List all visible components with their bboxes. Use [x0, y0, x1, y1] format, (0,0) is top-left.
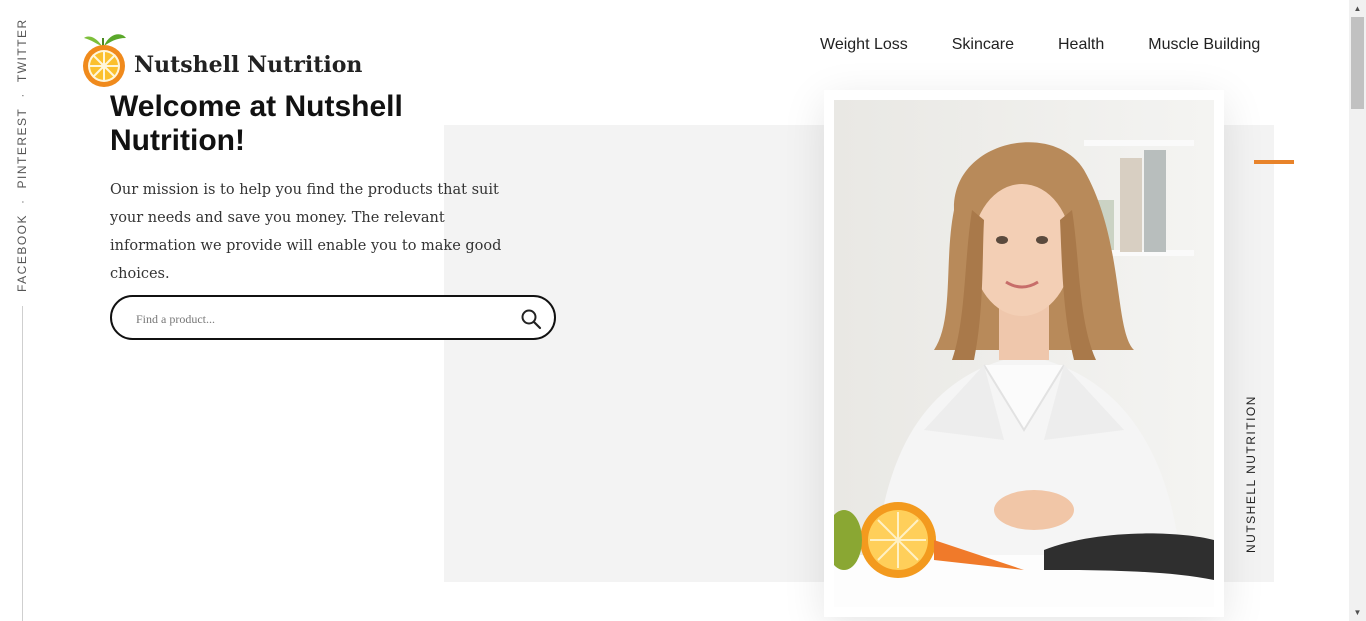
nav-item-muscle-building[interactable]: Muscle Building [1148, 36, 1260, 54]
product-search [110, 295, 556, 340]
brand-name: Nutshell Nutrition [134, 52, 363, 78]
nav-item-weight-loss[interactable]: Weight Loss [820, 36, 908, 54]
pinterest-link[interactable]: PINTEREST [15, 108, 29, 189]
hero-photo [834, 100, 1214, 607]
scrollbar-thumb[interactable] [1351, 17, 1364, 109]
main-nav: Weight Loss Skincare Health Muscle Build… [820, 36, 1260, 54]
nutritionist-image [834, 100, 1214, 607]
page-scrollbar[interactable]: ▲ ▼ [1349, 0, 1366, 621]
hero-photo-frame [824, 90, 1224, 617]
search-input[interactable] [134, 307, 508, 331]
vertical-brand-caption: NUTSHELL NUTRITION [1244, 395, 1258, 553]
site-logo[interactable]: Nutshell Nutrition [80, 24, 362, 92]
rail-divider [22, 306, 23, 621]
facebook-link[interactable]: FACEBOOK [15, 214, 29, 292]
separator: · [15, 198, 29, 204]
social-rail: FACEBOOK · PINTEREST · TWITTER [0, 0, 46, 621]
orange-logo-icon [83, 34, 126, 87]
nav-item-skincare[interactable]: Skincare [952, 36, 1014, 54]
social-links: FACEBOOK · PINTEREST · TWITTER [15, 18, 29, 292]
accent-bar [1254, 160, 1294, 164]
scroll-down-icon[interactable]: ▼ [1349, 604, 1366, 621]
search-icon[interactable] [520, 308, 542, 330]
hero-description: Our mission is to help you find the prod… [110, 182, 502, 282]
separator: · [15, 92, 29, 98]
nav-item-health[interactable]: Health [1058, 36, 1104, 54]
twitter-link[interactable]: TWITTER [15, 18, 29, 82]
hero-title: Welcome at Nutshell Nutrition! [110, 90, 403, 157]
scroll-up-icon[interactable]: ▲ [1349, 0, 1366, 17]
